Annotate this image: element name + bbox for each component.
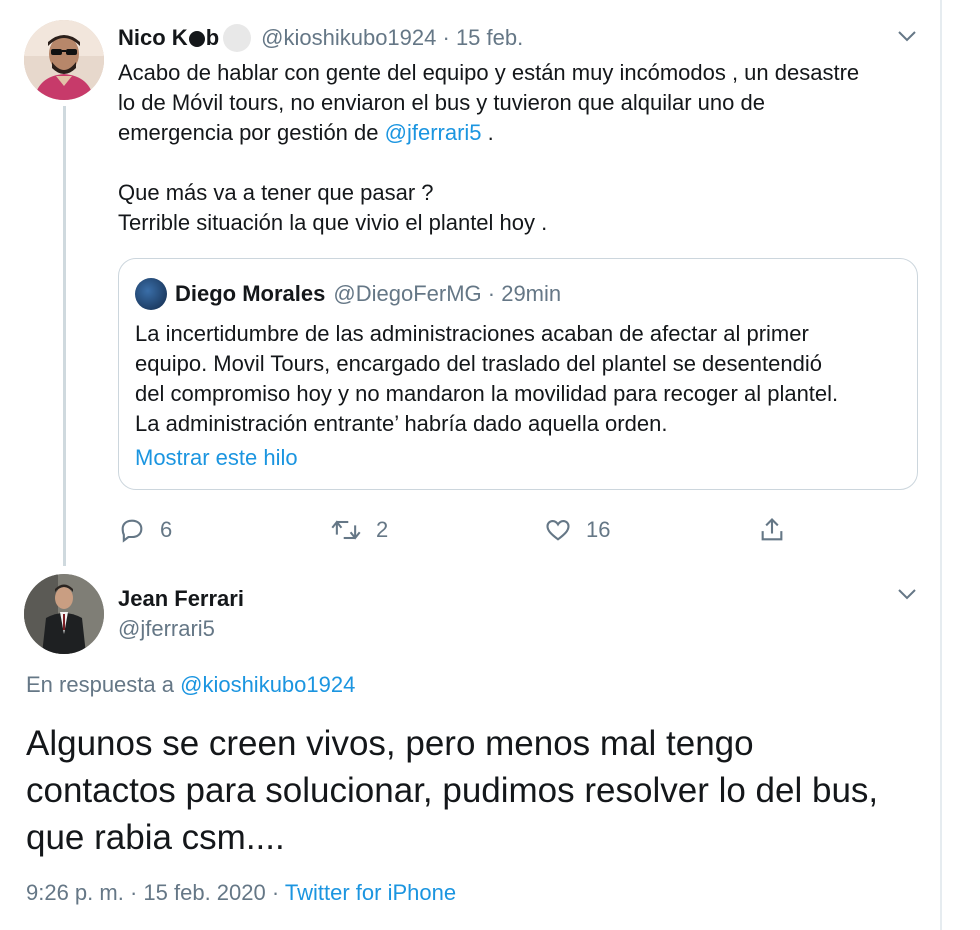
tweet-text-line: que rabia csm.... <box>26 818 285 857</box>
quoted-text-line: equipo. Movil Tours, encargado del trasl… <box>135 351 822 376</box>
user-handle[interactable]: @kioshikubo1924 <box>261 25 436 51</box>
show-thread-link[interactable]: Mostrar este hilo <box>135 445 298 471</box>
emoji-icon <box>188 31 205 48</box>
tweet-header: Nico Kb @kioshikubo1924 · 15 feb. <box>118 24 523 52</box>
tweet-text: Acabo de hablar con gente del equipo y e… <box>118 58 918 238</box>
display-name[interactable]: Jean Ferrari <box>118 586 244 612</box>
tweet-text-line: Terrible situación la que vivio el plant… <box>118 210 548 235</box>
reply-icon <box>121 519 143 543</box>
chevron-down-icon[interactable] <box>896 586 918 602</box>
quoted-tweet-card[interactable]: Diego Morales @DiegoFerMG · 29min La inc… <box>118 258 918 490</box>
tweet-text-line: Algunos se creen vivos, pero menos mal t… <box>26 724 754 763</box>
share-icon <box>761 518 783 541</box>
quoted-display-name: Diego Morales <box>175 281 326 306</box>
quoted-user-handle: @DiegoFerMG <box>333 281 482 306</box>
quoted-time: 29min <box>501 281 562 306</box>
quoted-tweet-header: Diego Morales @DiegoFerMG · 29min <box>135 278 562 310</box>
tweet-text-line: lo de Móvil tours, no enviaron el bus y … <box>118 90 765 115</box>
tweet-date[interactable]: 15 feb. <box>456 25 523 51</box>
chevron-down-icon[interactable] <box>896 28 918 44</box>
quoted-text-line: La administración entrante’ habría dado … <box>135 411 668 436</box>
tweet-text-line: Acabo de hablar con gente del equipo y e… <box>118 60 860 85</box>
quoted-text-line: La incertidumbre de las administraciones… <box>135 321 809 346</box>
reply-button[interactable]: 6 <box>118 512 172 548</box>
tweet-date[interactable]: 15 feb. 2020 <box>143 880 265 905</box>
emoji-placeholder-icon <box>223 24 252 52</box>
tweet-text-line: contactos para solucionar, pudimos resol… <box>26 771 879 810</box>
tweet-text: Algunos se creen vivos, pero menos mal t… <box>26 720 926 861</box>
reply-context: En respuesta a @kioshikubo1924 <box>26 672 356 697</box>
retweet-icon <box>331 520 361 540</box>
user-handle[interactable]: @jferrari5 <box>118 616 215 642</box>
tweet-meta: 9:26 p. m. · 15 feb. 2020 · Twitter for … <box>26 880 457 905</box>
tweet-time[interactable]: 9:26 p. m. <box>26 880 124 905</box>
tweet-actions: 6 2 16 <box>118 512 798 548</box>
thread-connector-line <box>63 106 66 566</box>
mention-link[interactable]: @jferrari5 <box>385 120 482 145</box>
quoted-tweet-text: La incertidumbre de las administraciones… <box>135 319 905 439</box>
separator: · <box>481 281 502 306</box>
retweet-button[interactable]: 2 <box>330 512 388 548</box>
avatar-nico[interactable] <box>24 20 104 100</box>
reply-mention-link[interactable]: @kioshikubo1924 <box>180 672 355 697</box>
avatar-jean[interactable] <box>24 574 104 654</box>
heart-icon <box>546 519 570 541</box>
quoted-text-line: del compromiso hoy y no mandaron la movi… <box>135 381 839 406</box>
tweet-text-line: Que más va a tener que pasar ? <box>118 180 434 205</box>
reply-count: 6 <box>160 517 173 542</box>
source-link[interactable]: Twitter for iPhone <box>285 880 456 905</box>
avatar-diego <box>135 278 167 310</box>
like-button[interactable]: 16 <box>544 512 610 548</box>
like-count: 16 <box>586 517 611 542</box>
display-name[interactable]: Nico Kb <box>118 25 219 51</box>
tweet-text-line: emergencia por gestión de @jferrari5 . <box>118 120 494 145</box>
timeline-border <box>940 0 942 930</box>
separator: · <box>436 25 456 50</box>
retweet-count: 2 <box>376 517 389 542</box>
share-button[interactable] <box>758 512 800 548</box>
